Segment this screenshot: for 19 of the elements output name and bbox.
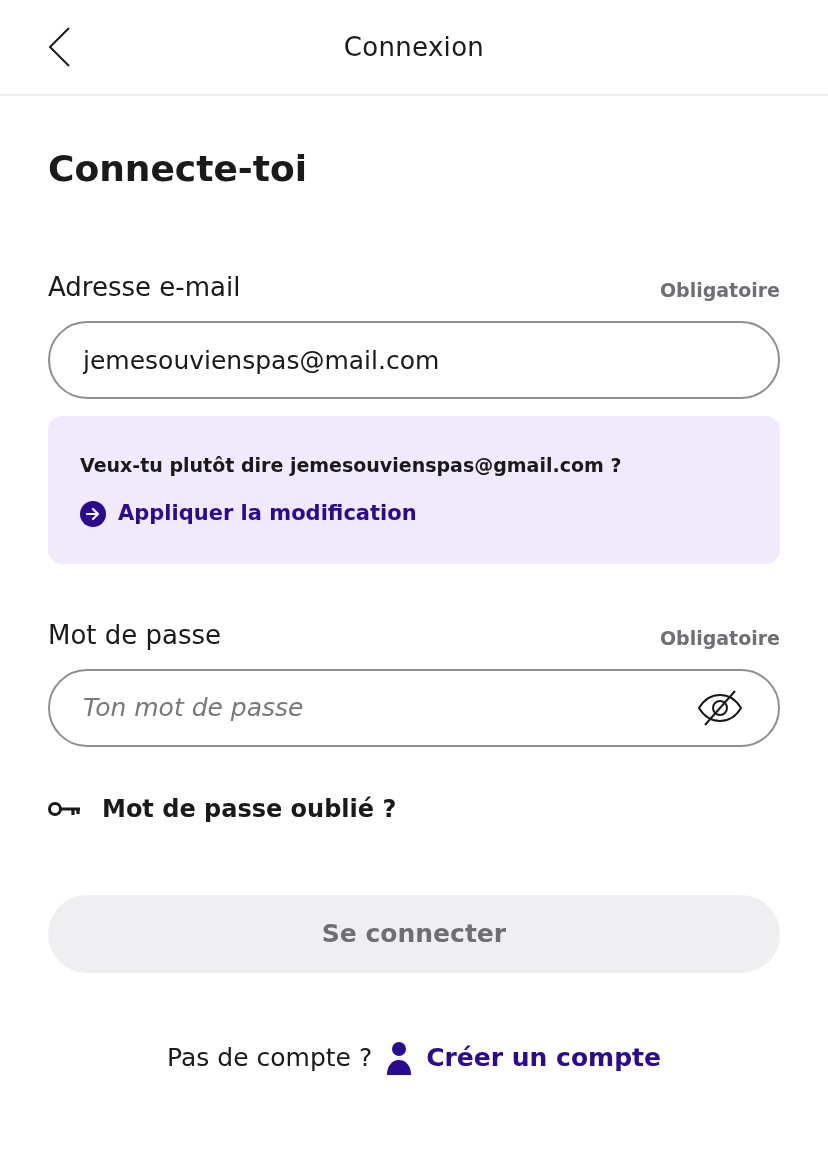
eye-slash-icon[interactable] [697, 689, 743, 726]
suggestion-text: Veux-tu plutôt dire jemesouvienspas@gmail.com ? [80, 453, 623, 478]
forgot-password-link[interactable]: Mot de passe oublié ? [48, 790, 397, 827]
required-label: Obligatoire [659, 625, 780, 651]
page-title: Connexion [343, 30, 485, 64]
apply-suggestion-link[interactable]: Appliquer la modification [80, 498, 417, 530]
create-account-link[interactable]: Créer un compte [386, 1038, 661, 1077]
arrow-right-circle-icon [80, 500, 106, 527]
field-label: Adresse e-mail [48, 271, 241, 304]
password-field[interactable]: Ton mot de passe [48, 668, 780, 747]
key-icon [48, 799, 82, 818]
person-icon [386, 1040, 413, 1075]
chevron-left-icon [48, 27, 70, 67]
field-label: Mot de passe [48, 618, 222, 652]
back-button[interactable] [48, 27, 72, 67]
email-field[interactable]: jemesouvienspas@mail.com [48, 321, 780, 399]
required-label: Obligatoire [659, 278, 780, 303]
heading: Connecte-toi [48, 147, 308, 191]
no-account-text: Pas de compte ? [167, 1041, 373, 1074]
